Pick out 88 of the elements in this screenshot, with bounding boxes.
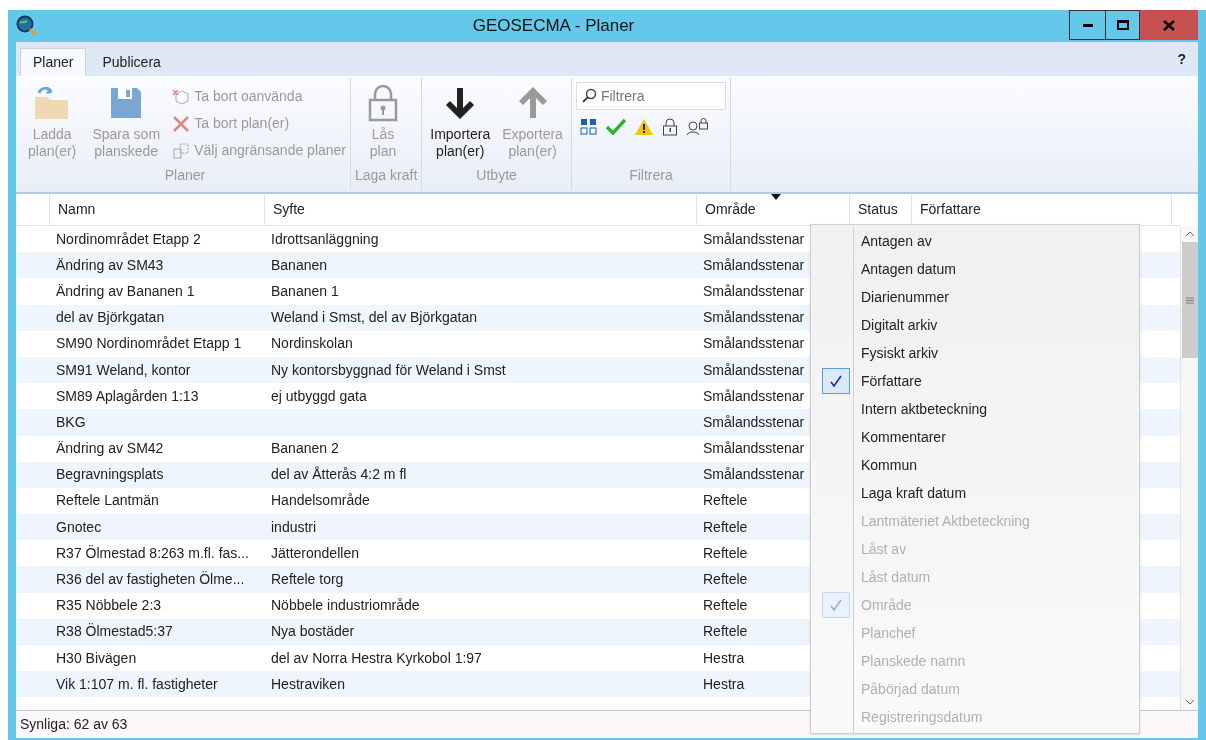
table-cell-text: Smålandsstenar [702, 386, 806, 406]
table-cell-text: ej utbyggd gata [270, 386, 368, 406]
status-text: Synliga: 62 av 63 [20, 715, 128, 734]
table-cell-text: Reftele Lantmän [55, 491, 160, 511]
table-cell-text: del av Björkgatan [55, 308, 166, 328]
table-cell-text: SM89 Aplagården 1:13 [55, 386, 200, 406]
scroll-thumb[interactable] [1181, 242, 1198, 358]
table-cell-text: Ändring av Bananen 1 [55, 281, 196, 301]
search-icon [580, 88, 597, 104]
table-cell-text: BKG [55, 412, 87, 432]
table-cell-text: Hestraviken [270, 674, 346, 694]
table-cell-text: Weland i Smst, del av Björkgatan [270, 308, 478, 328]
table-cell-text: Jätterondellen [270, 543, 360, 563]
table-cell-text: Smålandsstenar [702, 281, 806, 301]
table-cell-text: Nöbbele industriområde [270, 596, 421, 616]
scrollbar[interactable] [1180, 226, 1198, 710]
table-cell-text: Ändring av SM42 [55, 439, 165, 459]
table-cell-text: Handelsområde [270, 491, 371, 511]
table-cell-text: Reftele [702, 622, 749, 642]
table-cell-text: Gnotec [55, 517, 103, 537]
group-label: Planer [163, 166, 207, 185]
ribbon-tab[interactable]: Planer [20, 48, 87, 76]
table-cell-text: Hestra [702, 648, 746, 668]
grid-icon[interactable] [579, 118, 598, 136]
table-cell-text: Bananen [270, 255, 329, 275]
table-cell-text: Ny kontorsbyggnad för Weland i Smst [270, 360, 507, 380]
table-cell-text: Nordinskolan [270, 334, 354, 354]
padlock-icon [366, 84, 400, 122]
table-cell-text: Reftele [702, 517, 749, 537]
table-cell-text: Reftele [702, 596, 749, 616]
user-lock-icon[interactable] [685, 118, 708, 136]
table-cell-text: del av Norra Hestra Kyrkobol 1:97 [270, 648, 483, 668]
table-cell-text: Smålandsstenar [702, 334, 806, 354]
table-cell-text: Idrottsanläggning [270, 229, 380, 249]
table-cell-text: Bananen 1 [270, 281, 340, 301]
padlock-icon[interactable] [661, 118, 678, 136]
up-arrow-icon [517, 86, 548, 120]
table-cell-text: Smålandsstenar [702, 360, 806, 380]
globe-magnifier-icon [16, 15, 38, 37]
column-header[interactable]: Namn [50, 194, 265, 225]
checkmark-icon [830, 599, 842, 611]
table-cell-text: Reftele torg [270, 570, 345, 590]
squares-icon [172, 142, 191, 159]
table-cell-text: R36 del av fastigheten Ölme... [55, 570, 246, 590]
table-cell-text: H30 Bivägen [55, 648, 138, 668]
table-cell-text: Reftele [702, 570, 749, 590]
group-label: Utbyte [475, 166, 518, 185]
warning-icon[interactable] [633, 118, 654, 136]
close-button[interactable] [1140, 10, 1198, 40]
group-label: Filtrera [628, 166, 674, 185]
help-button[interactable]: ? [1177, 48, 1194, 70]
table-cell-text: Nya bostäder [270, 622, 356, 642]
table-cell-text: Bananen 2 [270, 439, 340, 459]
table-cell-text: R38 Ölmestad5:37 [55, 622, 174, 642]
table-cell-text: SM90 Nordinområdet Etapp 1 [55, 334, 243, 354]
ribbon-tab[interactable]: Publicera [90, 48, 173, 76]
table-cell-text: Begravningsplats [55, 465, 165, 485]
table-cell-text: Smålandsstenar [702, 439, 806, 459]
column-header[interactable]: Syfte [265, 194, 697, 225]
table-cell-text: Vik 1:107 m. fl. fastigheter [55, 674, 219, 694]
table-cell-text: SM91 Weland, kontor [55, 360, 192, 380]
cube-icon [172, 88, 191, 105]
menu-item[interactable]: Antagen av [811, 227, 1139, 255]
table-cell-text: Reftele [702, 491, 749, 511]
filter-field[interactable]: Filtrera [575, 82, 726, 110]
table-cell-text: Hestra [702, 674, 746, 694]
checkmark-icon[interactable] [605, 118, 626, 136]
table-cell-text: industri [270, 517, 318, 537]
table-cell-text: del av Åtterås 4:2 m fl [270, 465, 408, 485]
table-cell-text: Reftele [702, 543, 749, 563]
group-label: Laga kraft [355, 166, 418, 185]
table-cell-text: Smålandsstenar [702, 308, 806, 328]
table-cell-text: Ändring av SM43 [55, 255, 165, 275]
table-cell-text: Smålandsstenar [702, 229, 806, 249]
window-title: GEOSECMA - Planer [471, 15, 636, 38]
table-cell-text: Smålandsstenar [702, 412, 806, 432]
table-cell-text: R37 Ölmestad 8:263 m.fl. fas... [55, 543, 250, 563]
table-cell-text: Smålandsstenar [702, 465, 806, 485]
close-icon [1163, 19, 1175, 31]
delete-icon [172, 115, 191, 132]
grip-icon [1185, 296, 1194, 304]
down-arrow-icon [445, 86, 476, 120]
checkmark-icon [830, 375, 842, 387]
minimize-button[interactable] [1069, 10, 1106, 40]
table-cell-text: Smålandsstenar [702, 255, 806, 275]
table-cell-text: Nordinområdet Etapp 2 [55, 229, 202, 249]
table-cell-text: R35 Nöbbele 2:3 [55, 596, 163, 616]
ribbon-button[interactable]: Importera plan(er) [426, 78, 495, 165]
